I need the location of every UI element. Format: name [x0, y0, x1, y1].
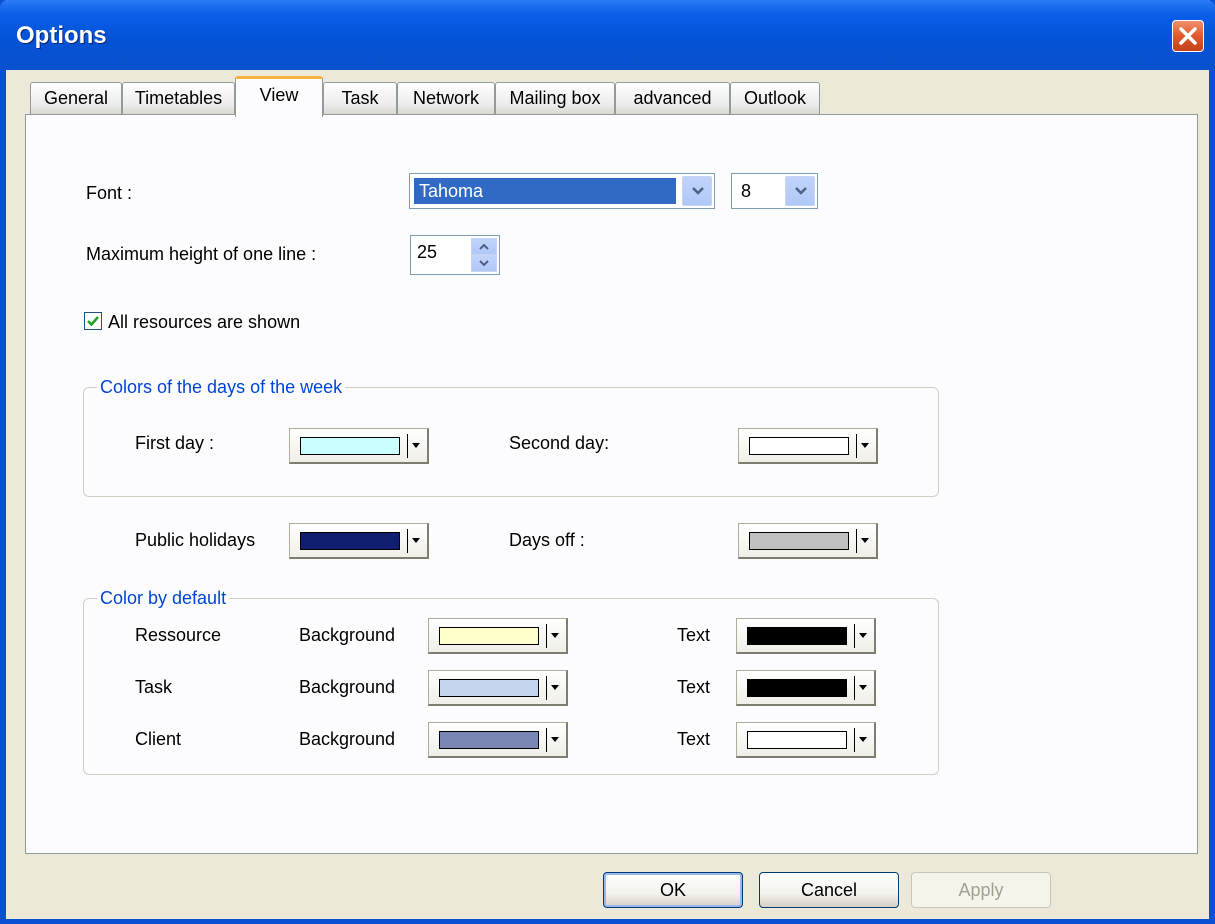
color-swatch [749, 532, 849, 550]
client-text-color-picker[interactable] [736, 722, 876, 758]
task-text-color-picker[interactable] [736, 670, 876, 706]
dropdown-arrow-icon [412, 538, 420, 543]
spin-up-button[interactable] [471, 238, 497, 255]
font-select[interactable]: Tahoma [409, 173, 715, 209]
title-bar[interactable]: Options [0, 0, 1215, 70]
all-resources-checkbox[interactable] [84, 312, 102, 330]
color-swatch [300, 437, 400, 455]
public-holidays-label: Public holidays [135, 530, 256, 550]
all-resources-label: All resources are shown [108, 312, 301, 332]
tab-task[interactable]: Task [323, 82, 397, 114]
font-select-value: Tahoma [414, 178, 676, 204]
close-button[interactable] [1172, 20, 1204, 52]
tab-timetables[interactable]: Timetables [122, 82, 235, 114]
max-height-value: 25 [417, 242, 438, 262]
spin-down-button[interactable] [471, 255, 497, 272]
default-colors-group-title: Color by default [97, 588, 230, 609]
tab-general[interactable]: General [30, 82, 122, 114]
task-label: Task [135, 677, 173, 697]
chevron-up-icon [479, 243, 489, 250]
max-height-stepper[interactable]: 25 [410, 235, 500, 275]
ressource-text-color-picker[interactable] [736, 618, 876, 654]
ressource-background-label: Background [299, 625, 396, 645]
dropdown-arrow-icon [861, 538, 869, 543]
dropdown-arrow-icon [859, 685, 867, 690]
cancel-button[interactable]: Cancel [759, 872, 899, 908]
dropdown-arrow-icon [551, 737, 559, 742]
first-day-label: First day : [135, 433, 215, 453]
ressource-text-label: Text [677, 625, 711, 645]
client-background-color-picker[interactable] [428, 722, 568, 758]
second-day-label: Second day: [509, 433, 610, 453]
font-dropdown-button[interactable] [682, 176, 712, 206]
dropdown-arrow-icon [551, 685, 559, 690]
chevron-down-icon [692, 187, 704, 195]
chevron-down-icon [795, 187, 807, 195]
ressource-background-color-picker[interactable] [428, 618, 568, 654]
first-day-color-picker[interactable] [289, 428, 429, 464]
ressource-label: Ressource [135, 625, 222, 645]
dropdown-arrow-icon [412, 443, 420, 448]
client-text-label: Text [677, 729, 711, 749]
days-off-label: Days off : [509, 530, 585, 550]
days-off-color-picker[interactable] [738, 523, 878, 559]
color-swatch [439, 627, 539, 645]
color-swatch [747, 679, 847, 697]
tab-outlook[interactable]: Outlook [730, 82, 820, 114]
color-swatch [749, 437, 849, 455]
task-background-label: Background [299, 677, 396, 697]
dropdown-arrow-icon [859, 633, 867, 638]
color-swatch [439, 679, 539, 697]
task-background-color-picker[interactable] [428, 670, 568, 706]
public-holidays-color-picker[interactable] [289, 523, 429, 559]
apply-button[interactable]: Apply [911, 872, 1051, 908]
task-text-label: Text [677, 677, 711, 697]
color-swatch [747, 627, 847, 645]
tab-network[interactable]: Network [397, 82, 495, 114]
font-label: Font : [86, 183, 133, 203]
second-day-color-picker[interactable] [738, 428, 878, 464]
close-icon [1179, 27, 1197, 45]
font-size-select[interactable]: 8 [731, 173, 818, 209]
max-height-label: Maximum height of one line : [86, 244, 317, 264]
tab-advanced[interactable]: advanced [615, 82, 730, 114]
dropdown-arrow-icon [859, 737, 867, 742]
client-label: Client [135, 729, 182, 749]
dropdown-arrow-icon [551, 633, 559, 638]
tab-mailing-box[interactable]: Mailing box [495, 82, 615, 114]
checkmark-icon [87, 316, 99, 327]
font-size-dropdown-button[interactable] [785, 176, 815, 206]
client-background-label: Background [299, 729, 396, 749]
days-colors-group-title: Colors of the days of the week [97, 377, 346, 398]
window-title: Options [16, 22, 107, 49]
font-size-value: 8 [741, 181, 752, 201]
dropdown-arrow-icon [861, 443, 869, 448]
color-swatch [300, 532, 400, 550]
color-swatch [747, 731, 847, 749]
tab-view[interactable]: View [235, 76, 323, 117]
ok-button[interactable]: OK [603, 872, 743, 908]
chevron-down-icon [479, 260, 489, 267]
color-swatch [439, 731, 539, 749]
